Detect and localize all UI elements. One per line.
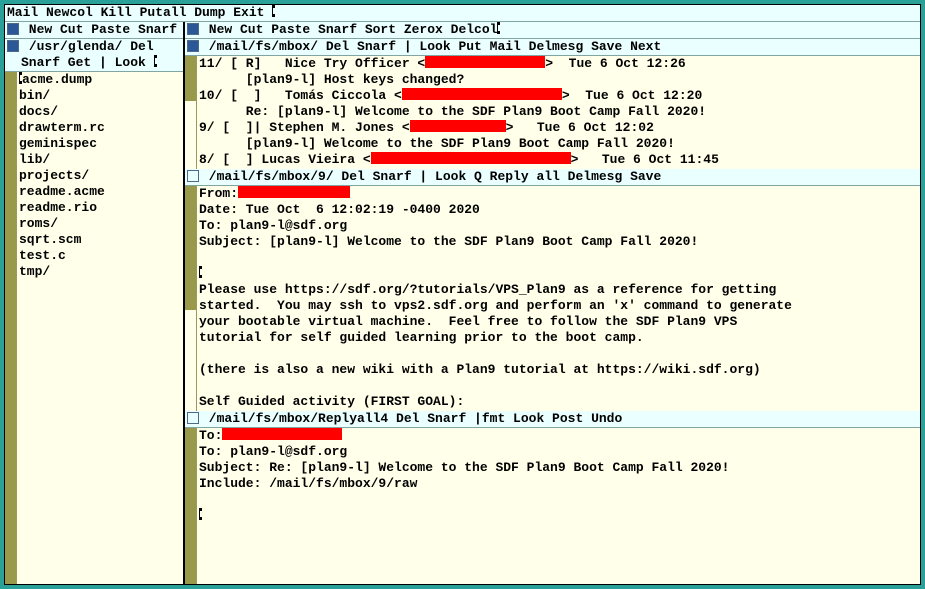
main-tag[interactable]: Mail Newcol Kill Putall Dump Exit (5, 5, 920, 22)
win-handle-icon[interactable] (187, 412, 199, 424)
dir-body: acme.dump bin/ docs/ drawterm.rc geminis… (5, 72, 183, 584)
msg-tag-text: /mail/fs/mbox/9/ Del Snarf | Look Q Repl… (201, 169, 918, 185)
mbox-window: /mail/fs/mbox/ Del Snarf | Look Put Mail… (185, 39, 920, 169)
dir-tag-text: /usr/glenda/ Del Snarf Get | Look (21, 39, 161, 70)
reply-scrollbar[interactable] (185, 428, 197, 584)
dir-content[interactable]: acme.dump bin/ docs/ drawterm.rc geminis… (17, 72, 183, 584)
win-handle-icon[interactable] (187, 40, 199, 52)
mbox-tag[interactable]: /mail/fs/mbox/ Del Snarf | Look Put Mail… (185, 39, 920, 56)
left-col-tag-text: New Cut Paste Snarf (21, 22, 181, 38)
msg-scrollbar[interactable] (185, 186, 197, 411)
win-handle-icon[interactable] (187, 170, 199, 182)
dir-tag[interactable]: /usr/glenda/ Del Snarf Get | Look (5, 39, 183, 72)
msg-tag[interactable]: /mail/fs/mbox/9/ Del Snarf | Look Q Repl… (185, 169, 920, 186)
msg-content[interactable]: From: Date: Tue Oct 6 12:02:19 -0400 202… (197, 186, 920, 411)
right-column: New Cut Paste Snarf Sort Zerox Delcol /m… (185, 22, 920, 584)
columns: New Cut Paste Snarf /usr/glenda/ Del Sna… (5, 22, 920, 584)
mbox-body: 11/ [ R] Nice Try Officer <> Tue 6 Oct 1… (185, 56, 920, 169)
dir-scrollbar[interactable] (5, 72, 17, 584)
msg-body: From: Date: Tue Oct 6 12:02:19 -0400 202… (185, 186, 920, 411)
reply-content[interactable]: To: To: plan9-l@sdf.org Subject: Re: [pl… (197, 428, 920, 584)
right-col-tag[interactable]: New Cut Paste Snarf Sort Zerox Delcol (185, 22, 920, 39)
reply-body: To: To: plan9-l@sdf.org Subject: Re: [pl… (185, 428, 920, 584)
main-tag-text: Mail Newcol Kill Putall Dump Exit (7, 5, 272, 20)
reply-tag-text: /mail/fs/mbox/Replyall4 Del Snarf |fmt L… (201, 411, 918, 427)
left-column: New Cut Paste Snarf /usr/glenda/ Del Sna… (5, 22, 185, 584)
reply-tag[interactable]: /mail/fs/mbox/Replyall4 Del Snarf |fmt L… (185, 411, 920, 428)
mbox-scrollbar[interactable] (185, 56, 197, 169)
win-handle-icon[interactable] (7, 40, 19, 52)
reply-window: /mail/fs/mbox/Replyall4 Del Snarf |fmt L… (185, 411, 920, 584)
right-col-tag-text: New Cut Paste Snarf Sort Zerox Delcol (201, 22, 497, 37)
mbox-content[interactable]: 11/ [ R] Nice Try Officer <> Tue 6 Oct 1… (197, 56, 920, 169)
mbox-tag-text: /mail/fs/mbox/ Del Snarf | Look Put Mail… (201, 39, 918, 55)
msg-window: /mail/fs/mbox/9/ Del Snarf | Look Q Repl… (185, 169, 920, 411)
left-col-tag[interactable]: New Cut Paste Snarf (5, 22, 183, 39)
acme-frame: Mail Newcol Kill Putall Dump Exit New Cu… (4, 4, 921, 585)
col-handle-icon[interactable] (187, 23, 199, 35)
col-handle-icon[interactable] (7, 23, 19, 35)
dir-window: /usr/glenda/ Del Snarf Get | Look acme.d… (5, 39, 183, 584)
